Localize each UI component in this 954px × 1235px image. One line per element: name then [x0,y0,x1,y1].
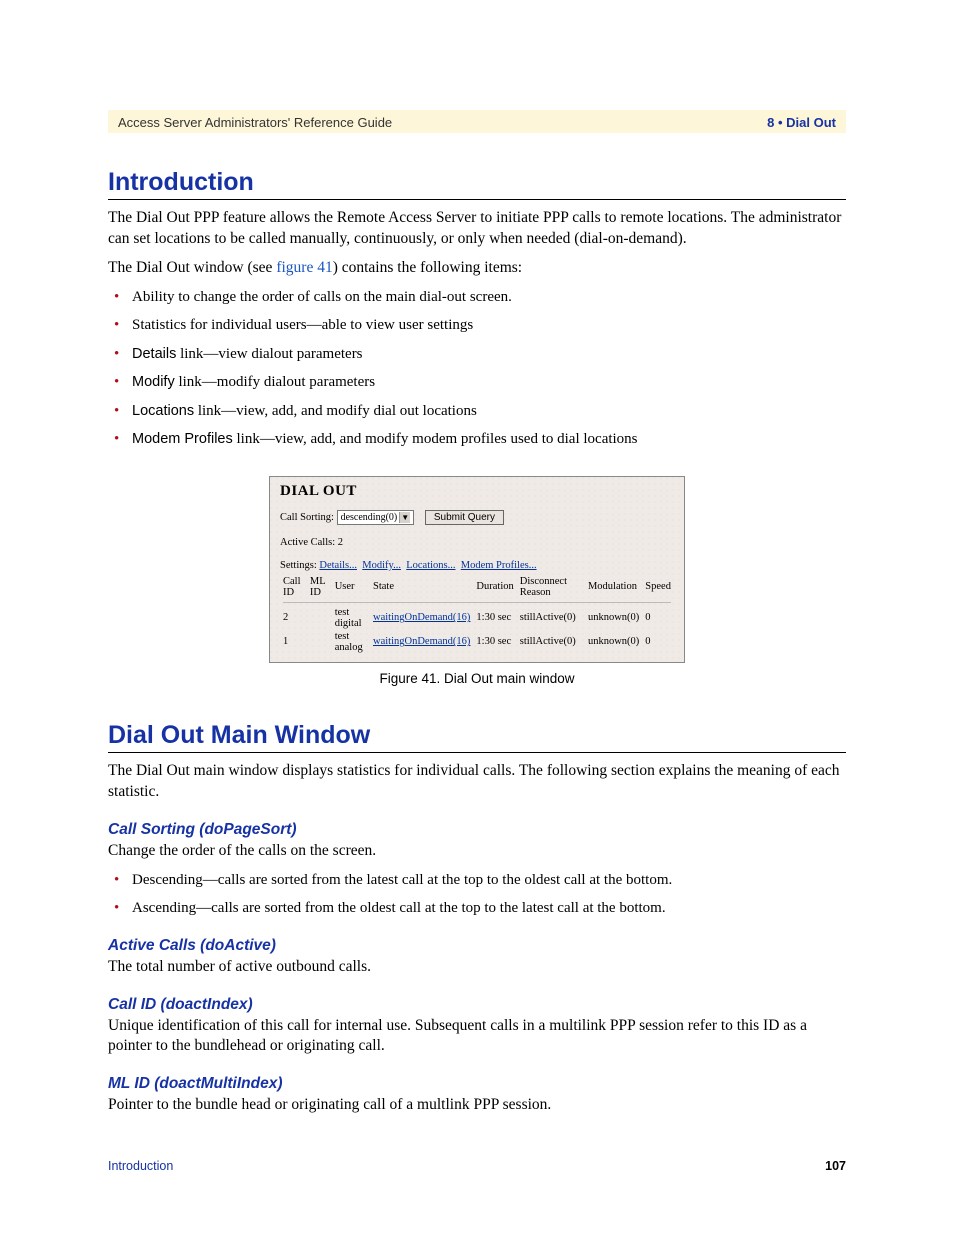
cell-state: waitingOnDemand(16) [370,606,473,630]
cell-call-id: 2 [280,606,307,630]
main-window-paragraph: The Dial Out main window displays statis… [108,761,846,803]
dial-out-window: DIAL OUT Call Sorting: descending(0)▼ Su… [269,476,685,663]
col-duration: Duration [473,575,516,599]
submit-query-button[interactable]: Submit Query [425,510,504,525]
heading-call-id: Call ID (doactIndex) [108,996,846,1014]
list-item: Ability to change the order of calls on … [108,288,846,308]
intro-bullet-list: Ability to change the order of calls on … [108,288,846,450]
modify-link[interactable]: Modify... [362,560,401,571]
list-item-text: link—view, add, and modify modem profile… [233,431,638,447]
cell-ml-id [307,606,332,630]
settings-label: Settings: [280,560,317,571]
intro-para2-pre: The Dial Out window (see [108,259,276,276]
state-link[interactable]: waitingOnDemand(16) [373,636,470,647]
list-item-text: link—view, add, and modify dial out loca… [194,403,477,419]
table-divider [283,602,671,603]
figure-41: DIAL OUT Call Sorting: descending(0)▼ Su… [269,476,685,686]
table-header-row: Call ID ML ID User State Duration Discon… [280,575,674,599]
heading-dial-out-main-window: Dial Out Main Window [108,721,846,750]
list-item: Details link—view dialout parameters [108,345,846,365]
table-row: 1 test analog waitingOnDemand(16) 1:30 s… [280,630,674,654]
heading-ml-id: ML ID (doactMultiIndex) [108,1075,846,1093]
cell-ml-id [307,630,332,654]
settings-links-row: Settings: Details... Modify... Locations… [280,560,674,571]
col-state: State [370,575,473,599]
heading-rule [108,752,846,753]
list-item: Descending—calls are sorted from the lat… [108,871,846,891]
cell-state: waitingOnDemand(16) [370,630,473,654]
col-call-id: Call ID [280,575,307,599]
cell-speed: 0 [642,606,674,630]
call-sorting-row: Call Sorting: descending(0)▼ Submit Quer… [280,510,674,525]
figure-caption: Figure 41. Dial Out main window [269,671,685,686]
modem-profiles-link[interactable]: Modem Profiles... [461,560,537,571]
state-link[interactable]: waitingOnDemand(16) [373,612,470,623]
col-modulation: Modulation [585,575,642,599]
ml-id-paragraph: Pointer to the bundle head or originatin… [108,1095,846,1116]
col-speed: Speed [642,575,674,599]
active-calls-paragraph: The total number of active outbound call… [108,957,846,978]
page-number: 107 [825,1159,846,1173]
select-value: descending(0) [341,512,398,523]
cell-disconnect: stillActive(0) [517,630,585,654]
cell-disconnect: stillActive(0) [517,606,585,630]
cell-call-id: 1 [280,630,307,654]
figure-41-xref[interactable]: figure 41 [276,259,332,276]
list-item: Modem Profiles link—view, add, and modif… [108,430,846,450]
call-id-paragraph: Unique identification of this call for i… [108,1016,846,1058]
table-row: 2 test digital waitingOnDemand(16) 1:30 … [280,606,674,630]
intro-paragraph-1: The Dial Out PPP feature allows the Remo… [108,208,846,250]
locations-link[interactable]: Locations... [406,560,455,571]
list-item: Ascending—calls are sorted from the olde… [108,899,846,919]
list-item: Locations link—view, add, and modify dia… [108,402,846,422]
chevron-down-icon: ▼ [399,512,410,523]
cell-user: test analog [332,630,370,654]
col-ml-id: ML ID [307,575,332,599]
col-user: User [332,575,370,599]
col-disconnect: Disconnect Reason [517,575,585,599]
page-header: Access Server Administrators' Reference … [108,110,846,133]
term-locations: Locations [132,403,194,419]
cell-modulation: unknown(0) [585,630,642,654]
page-footer: Introduction 107 [108,1159,846,1173]
list-item: Statistics for individual users—able to … [108,316,846,336]
list-item-text: link—view dialout parameters [176,346,362,362]
heading-call-sorting: Call Sorting (doPageSort) [108,821,846,839]
term-details: Details [132,346,176,362]
cell-modulation: unknown(0) [585,606,642,630]
sort-bullet-list: Descending—calls are sorted from the lat… [108,871,846,919]
cell-speed: 0 [642,630,674,654]
heading-rule [108,199,846,200]
intro-para2-post: ) contains the following items: [333,259,522,276]
footer-section: Introduction [108,1159,173,1173]
intro-paragraph-2: The Dial Out window (see figure 41) cont… [108,258,846,279]
heading-active-calls: Active Calls (doActive) [108,937,846,955]
cell-duration: 1:30 sec [473,630,516,654]
header-doc-title: Access Server Administrators' Reference … [118,115,392,130]
header-chapter: 8 • Dial Out [767,115,836,130]
list-item: Modify link—modify dialout parameters [108,373,846,393]
window-title: DIAL OUT [280,483,674,500]
term-modify: Modify [132,374,175,390]
call-sorting-select[interactable]: descending(0)▼ [337,510,415,525]
details-link[interactable]: Details... [319,560,357,571]
cell-duration: 1:30 sec [473,606,516,630]
call-sorting-label: Call Sorting: [280,512,334,523]
term-modem-profiles: Modem Profiles [132,431,233,447]
list-item-text: link—modify dialout parameters [175,374,375,390]
call-sorting-paragraph: Change the order of the calls on the scr… [108,841,846,862]
heading-introduction: Introduction [108,168,846,197]
calls-table: Call ID ML ID User State Duration Discon… [280,575,674,654]
active-calls-label: Active Calls: 2 [280,537,674,548]
cell-user: test digital [332,606,370,630]
